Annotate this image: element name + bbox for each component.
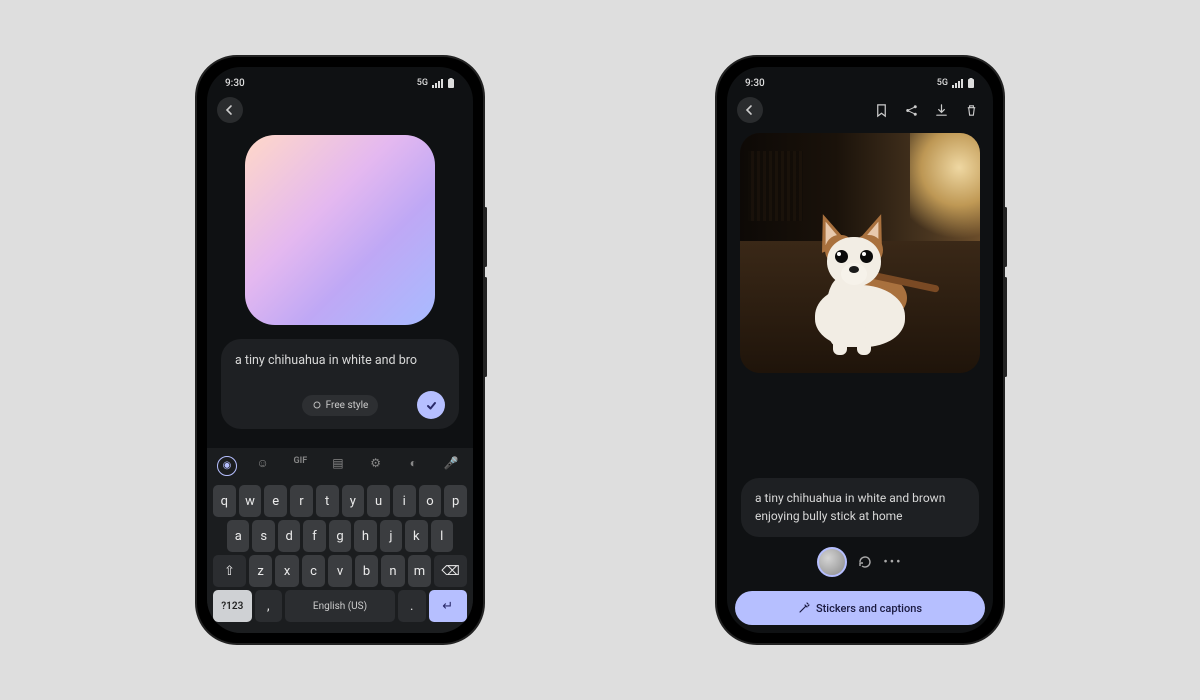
signal-icon — [952, 79, 963, 88]
key-numbers[interactable]: ?123 — [213, 590, 252, 622]
key-z[interactable]: z — [249, 555, 272, 587]
key-s[interactable]: s — [252, 520, 274, 552]
stickers-captions-button[interactable]: Stickers and captions — [735, 591, 985, 625]
screen-right: 9:30 5G — [727, 67, 993, 633]
back-button[interactable] — [737, 97, 763, 123]
key-x[interactable]: x — [275, 555, 298, 587]
key-q[interactable]: q — [213, 485, 236, 517]
key-y[interactable]: y — [342, 485, 365, 517]
status-right: 5G — [417, 78, 455, 89]
sparkle-icon — [312, 400, 322, 410]
keyboard-row-4: ?123 , English (US) . ↵ — [213, 590, 467, 622]
key-i[interactable]: i — [393, 485, 416, 517]
signal-icon — [432, 79, 443, 88]
bookmark-icon — [874, 103, 889, 118]
keyboard-row-3: ⇧zxcvbnm⌫ — [213, 555, 467, 587]
key-l[interactable]: l — [431, 520, 453, 552]
palette-icon[interactable]: ◐ — [401, 456, 425, 476]
key-⌫[interactable]: ⌫ — [434, 555, 467, 587]
variant-chips: ••• — [741, 547, 979, 577]
top-bar — [727, 93, 993, 127]
key-h[interactable]: h — [354, 520, 376, 552]
key-k[interactable]: k — [405, 520, 427, 552]
phone-right: 9:30 5G — [715, 55, 1005, 645]
action-bar — [869, 98, 983, 122]
arrow-left-icon — [224, 104, 236, 116]
arrow-left-icon — [744, 104, 756, 116]
status-time: 9:30 — [225, 78, 245, 89]
key-⇧[interactable]: ⇧ — [213, 555, 246, 587]
wand-icon — [798, 602, 810, 614]
key-b[interactable]: b — [355, 555, 378, 587]
battery-icon — [967, 78, 975, 89]
checkmark-icon — [425, 399, 438, 412]
generated-image[interactable] — [740, 133, 980, 373]
style-chip[interactable]: Free style — [302, 395, 379, 416]
key-u[interactable]: u — [367, 485, 390, 517]
key-r[interactable]: r — [290, 485, 313, 517]
key-a[interactable]: a — [227, 520, 249, 552]
mic-icon[interactable]: 🎤 — [439, 456, 463, 476]
top-bar — [207, 93, 473, 127]
key-t[interactable]: t — [316, 485, 339, 517]
prompt-text: a tiny chihuahua in white and bro — [235, 353, 445, 369]
regenerate-icon[interactable] — [857, 554, 873, 570]
status-bar: 9:30 5G — [727, 67, 993, 93]
download-icon — [934, 103, 949, 118]
key-enter[interactable]: ↵ — [429, 590, 468, 622]
keyboard-toolbar: ◉ ☺ GIF ▤ ⚙ ◐ 🎤 — [211, 454, 469, 482]
key-space[interactable]: English (US) — [285, 590, 395, 622]
download-button[interactable] — [929, 98, 953, 122]
variant-selected[interactable] — [817, 547, 847, 577]
caption-text: a tiny chihuahua in white and brown enjo… — [755, 491, 945, 522]
network-label: 5G — [937, 78, 948, 88]
delete-button[interactable] — [959, 98, 983, 122]
back-button[interactable] — [217, 97, 243, 123]
key-j[interactable]: j — [380, 520, 402, 552]
content-area: a tiny chihuahua in white and bro Free s… — [207, 127, 473, 448]
keyboard-row-2: asdfghjkl — [213, 520, 467, 552]
status-bar: 9:30 5G — [207, 67, 473, 93]
key-m[interactable]: m — [408, 555, 431, 587]
favorite-button[interactable] — [869, 98, 893, 122]
clipboard-icon[interactable]: ▤ — [326, 456, 350, 476]
voice-input-icon[interactable]: ◉ — [217, 456, 237, 476]
key-d[interactable]: d — [278, 520, 300, 552]
phone-left: 9:30 5G a tiny chihuahua in white and br… — [195, 55, 485, 645]
stickers-captions-label: Stickers and captions — [816, 602, 922, 615]
network-label: 5G — [417, 78, 428, 88]
emoji-icon[interactable]: ☺ — [251, 456, 275, 476]
key-o[interactable]: o — [419, 485, 442, 517]
share-button[interactable] — [899, 98, 923, 122]
key-n[interactable]: n — [381, 555, 404, 587]
screen-left: 9:30 5G a tiny chihuahua in white and br… — [207, 67, 473, 633]
style-chip-label: Free style — [326, 400, 369, 411]
key-v[interactable]: v — [328, 555, 351, 587]
key-period[interactable]: . — [398, 590, 426, 622]
image-placeholder — [245, 135, 435, 325]
more-icon[interactable]: ••• — [883, 555, 902, 570]
keyboard-row-1: qwertyuiop — [213, 485, 467, 517]
caption-box[interactable]: a tiny chihuahua in white and brown enjo… — [741, 478, 979, 537]
key-f[interactable]: f — [303, 520, 325, 552]
submit-button[interactable] — [417, 391, 445, 419]
keyboard: ◉ ☺ GIF ▤ ⚙ ◐ 🎤 qwertyuiop asdfghjkl ⇧zx… — [207, 448, 473, 633]
dog-illustration — [785, 185, 935, 355]
content-area: a tiny chihuahua in white and brown enjo… — [727, 127, 993, 589]
status-time: 9:30 — [745, 78, 765, 89]
key-w[interactable]: w — [239, 485, 262, 517]
key-g[interactable]: g — [329, 520, 351, 552]
battery-icon — [447, 78, 455, 89]
share-icon — [904, 103, 919, 118]
key-p[interactable]: p — [444, 485, 467, 517]
key-e[interactable]: e — [264, 485, 287, 517]
key-c[interactable]: c — [302, 555, 325, 587]
trash-icon — [964, 103, 979, 118]
settings-icon[interactable]: ⚙ — [364, 456, 388, 476]
key-comma[interactable]: , — [255, 590, 283, 622]
gif-icon[interactable]: GIF — [288, 456, 312, 476]
status-right: 5G — [937, 78, 975, 89]
prompt-input-box[interactable]: a tiny chihuahua in white and bro Free s… — [221, 339, 459, 429]
